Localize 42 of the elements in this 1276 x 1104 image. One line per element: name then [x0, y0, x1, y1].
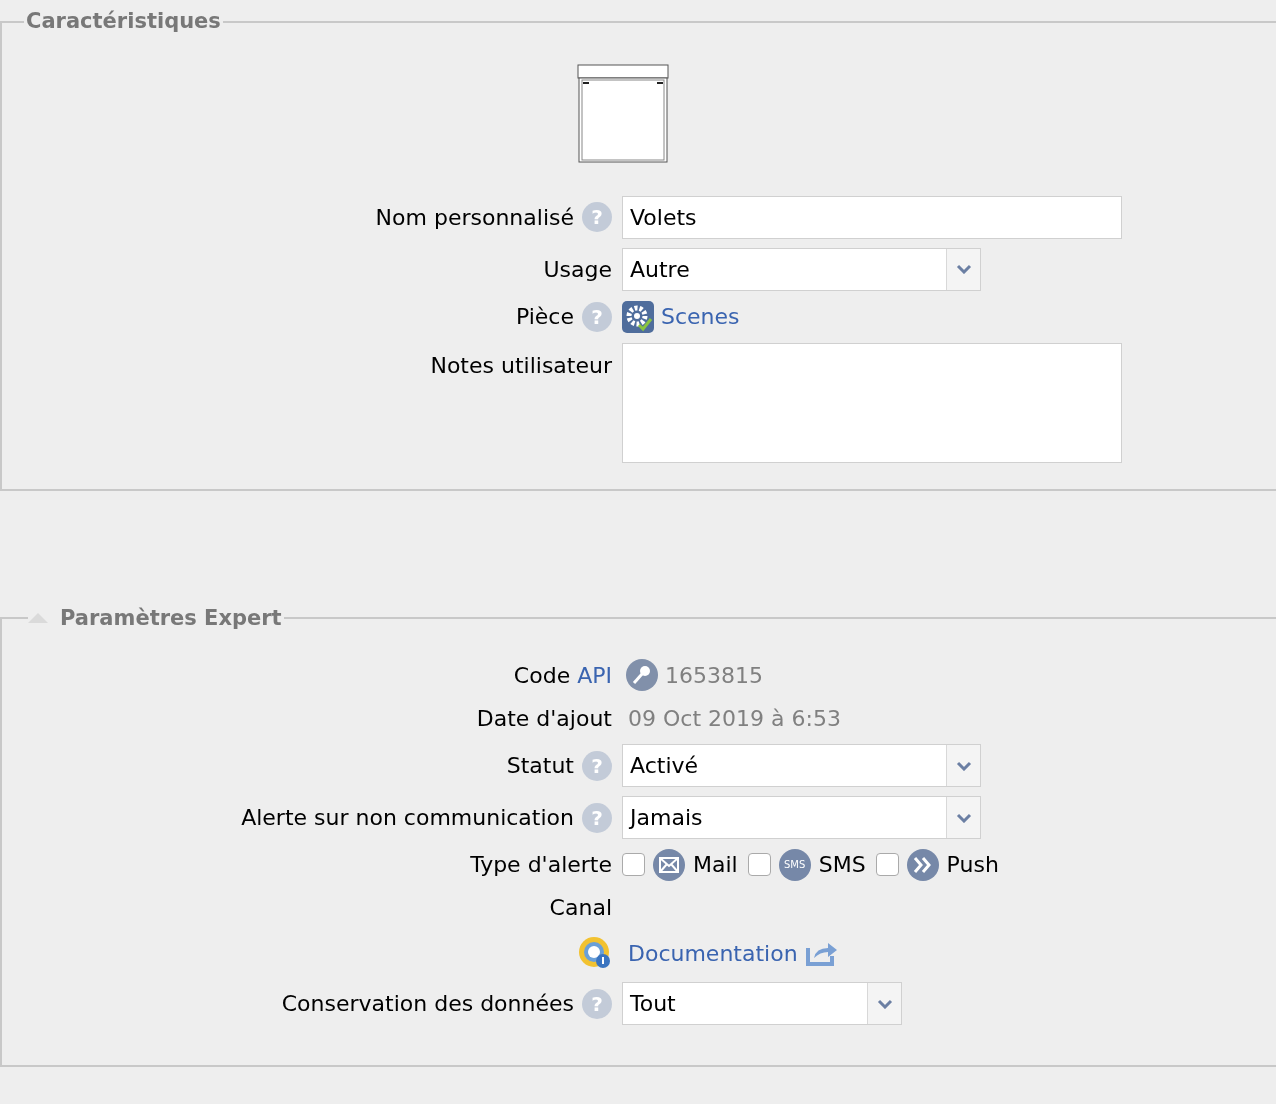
- collapse-arrow-icon[interactable]: [28, 613, 48, 624]
- room-link[interactable]: Scenes: [661, 300, 740, 333]
- field-label: Type d'alerte: [470, 851, 612, 879]
- notes-field[interactable]: [622, 342, 1122, 463]
- field-label: Date d'ajout: [476, 704, 612, 733]
- external-link-icon: [805, 940, 838, 966]
- field-label: Code: [513, 661, 571, 690]
- field-label: Pièce: [515, 303, 574, 331]
- field-label: Statut: [506, 752, 574, 780]
- caret-icon: [955, 760, 972, 771]
- field-label: Nom personnalisé: [375, 203, 574, 232]
- dropdown[interactable]: Activé: [622, 744, 981, 787]
- option-label: Push: [946, 851, 999, 879]
- envelope-icon: [653, 848, 685, 881]
- gear-check-icon: [622, 300, 654, 333]
- checkbox[interactable]: [747, 853, 771, 876]
- caret-icon: [955, 264, 972, 274]
- date-value: 09 Oct 2019 à 6:53: [627, 704, 841, 733]
- field-label: Notes utilisateur: [430, 351, 612, 380]
- dropdown[interactable]: Tout: [622, 982, 902, 1025]
- section-title: Paramètres Expert: [59, 604, 283, 632]
- caret-icon: [876, 998, 893, 1009]
- field-label: Conservation des données: [281, 990, 574, 1018]
- documentation-link[interactable]: Documentation: [628, 936, 798, 970]
- dropdown[interactable]: Jamais: [622, 796, 981, 839]
- checkbox[interactable]: [875, 853, 899, 876]
- api-link[interactable]: API: [577, 658, 612, 692]
- field-label: Usage: [543, 255, 612, 284]
- sms-icon: SMS: [778, 848, 811, 881]
- caret-icon: [955, 812, 972, 823]
- section-title: Caractéristiques: [25, 8, 222, 35]
- dropdown[interactable]: Autre: [622, 247, 981, 291]
- checkbox[interactable]: [622, 853, 645, 876]
- option-label: SMS: [818, 851, 866, 879]
- documentation-icon: [578, 936, 612, 970]
- field-label: Alerte sur non communication: [241, 804, 574, 832]
- text-input-field[interactable]: Volets: [622, 195, 1122, 239]
- api-code: 1653815: [665, 661, 763, 690]
- key-icon: [626, 659, 658, 691]
- double-chevron-icon: [906, 848, 939, 881]
- field-label: Canal: [549, 893, 612, 922]
- option-label: Mail: [693, 851, 738, 879]
